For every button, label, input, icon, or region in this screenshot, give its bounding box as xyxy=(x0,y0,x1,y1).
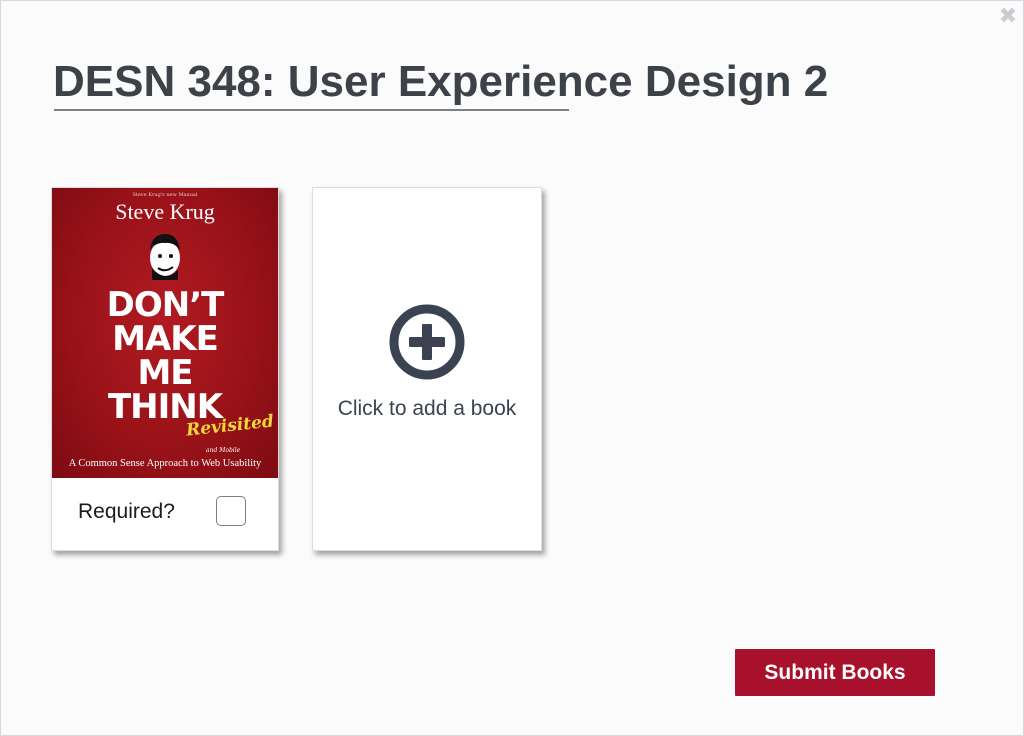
cover-headline: DON’T MAKE ME THINK xyxy=(52,288,278,424)
add-books-dialog: ✖ DESN 348: User Experience Design 2 Ste… xyxy=(0,0,1024,736)
book-cover-image: Steve Krug's new Manual Steve Krug DON’T… xyxy=(52,188,278,478)
title-underline xyxy=(54,109,569,111)
required-label: Required? xyxy=(78,500,175,523)
cover-headline-line: MAKE xyxy=(112,319,219,359)
cover-author: Steve Krug xyxy=(115,199,215,224)
book-card[interactable]: Steve Krug's new Manual Steve Krug DON’T… xyxy=(51,187,279,551)
add-book-card[interactable]: Click to add a book xyxy=(312,187,542,551)
close-icon[interactable]: ✖ xyxy=(997,5,1019,27)
required-checkbox[interactable] xyxy=(216,496,246,526)
submit-books-button[interactable]: Submit Books xyxy=(735,649,935,696)
author-caricature-icon xyxy=(150,234,180,280)
cover-subtitle-note: and Mobile xyxy=(206,447,241,454)
required-row: Required? xyxy=(52,478,278,550)
plus-circle-icon xyxy=(389,304,465,380)
cover-headline-line: ME xyxy=(137,353,193,393)
cover-subtitle: A Common Sense Approach to Web Usability xyxy=(68,458,262,469)
cover-blurb: Steve Krug's new Manual xyxy=(132,192,198,198)
add-book-label: Click to add a book xyxy=(337,397,517,420)
cover-headline-line: DON’T xyxy=(106,285,225,325)
page-title: DESN 348: User Experience Design 2 xyxy=(53,57,829,106)
